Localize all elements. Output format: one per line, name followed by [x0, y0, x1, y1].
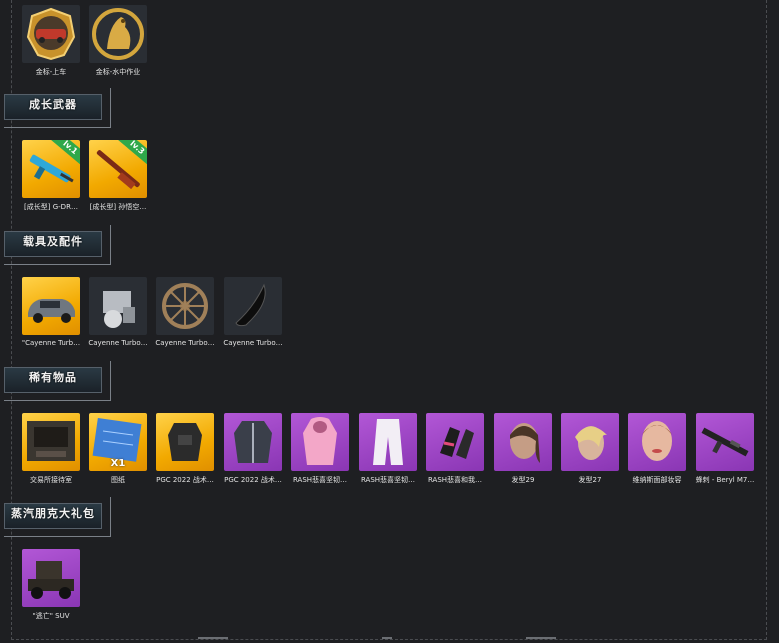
item-label: 蜂刺 - Beryl M7… [695, 476, 755, 484]
tick [526, 637, 556, 639]
item-rare-blueprint[interactable]: X1 图纸 [89, 413, 147, 489]
item-label: PGC 2022 战术… [156, 476, 214, 484]
car-emblem-icon [22, 5, 80, 63]
item-weapon-gdr[interactable]: lv.1 [成长型] G-DR… [22, 140, 80, 216]
quantity-label: X1 [110, 458, 126, 469]
section-title: 稀有物品 [29, 371, 77, 384]
item-label: "逃亡" SUV [32, 612, 70, 620]
tail-light-icon [224, 277, 282, 335]
blueprint-icon: X1 [89, 413, 147, 471]
item-label: 交易所接待室 [30, 476, 72, 484]
item-label: "Cayenne Turb… [21, 339, 81, 347]
item-rare-pgc-coat[interactable]: PGC 2022 战术… [224, 413, 282, 489]
section-header-rare-items: 稀有物品 [4, 361, 111, 401]
hair-blonde-icon [561, 413, 619, 471]
shotgun-icon: lv.3 [89, 140, 147, 198]
section-title: 成长武器 [29, 98, 77, 111]
room-icon [22, 413, 80, 471]
tick [198, 637, 228, 639]
item-rare-room[interactable]: 交易所接待室 [22, 413, 80, 489]
gloves-icon [426, 413, 484, 471]
item-vehicle-wheel[interactable]: Cayenne Turbo… [155, 277, 215, 353]
item-rare-rash-hoodie[interactable]: RASH悲喜坚韧… [291, 413, 349, 489]
item-vehicle-taillight[interactable]: Cayenne Turbo… [223, 277, 283, 353]
wheel-rim-icon [156, 277, 214, 335]
section-title: 蒸汽朋克大礼包 [11, 507, 95, 520]
sea-lion-emblem-icon [89, 5, 147, 63]
item-label: Cayenne Turbo… [155, 339, 215, 347]
item-gold-emblem-water[interactable]: 金标-水中作业 [89, 5, 147, 81]
vest-icon [156, 413, 214, 471]
item-rare-venus-makeup[interactable]: 维纳斯面部妆容 [628, 413, 686, 489]
item-label: 图纸 [111, 476, 125, 484]
item-vehicle-cayenne[interactable]: "Cayenne Turb… [22, 277, 80, 353]
item-rare-pgc-vest[interactable]: PGC 2022 战术… [156, 413, 214, 489]
item-label: 发型29 [511, 476, 535, 484]
engine-part-icon [89, 277, 147, 335]
tick [382, 637, 392, 639]
item-label: [成长型] 孙悟空… [89, 203, 147, 211]
item-label: 金标-水中作业 [95, 68, 141, 76]
item-label: 维纳斯面部妆容 [632, 476, 682, 484]
section-title: 载具及配件 [23, 235, 83, 248]
item-label: RASH悲喜和我… [427, 476, 483, 484]
rifle-icon: lv.1 [22, 140, 80, 198]
pink-hoodie-icon [291, 413, 349, 471]
item-gold-emblem-car[interactable]: 金标-上车 [22, 5, 80, 81]
face-makeup-icon [628, 413, 686, 471]
section-header-steampunk-pack: 蒸汽朋克大礼包 [4, 497, 111, 537]
bottom-scroll-indicator [150, 634, 630, 643]
beryl-rifle-icon [696, 413, 754, 471]
item-label: PGC 2022 战术… [224, 476, 282, 484]
item-label: Cayenne Turbo… [88, 339, 148, 347]
pants-icon [359, 413, 417, 471]
item-rare-hair-27[interactable]: 发型27 [561, 413, 619, 489]
section-header-growth-weapons: 成长武器 [4, 88, 111, 128]
item-steampunk-suv[interactable]: "逃亡" SUV [22, 549, 80, 625]
item-rare-beryl[interactable]: 蜂刺 - Beryl M7… [696, 413, 754, 489]
item-rare-rash-gloves[interactable]: RASH悲喜和我… [426, 413, 484, 489]
coat-icon [224, 413, 282, 471]
item-label: 金标-上车 [35, 68, 67, 76]
section-header-vehicles: 载具及配件 [4, 225, 111, 265]
item-label: RASH悲喜坚韧… [360, 476, 416, 484]
hair-ponytail-icon [494, 413, 552, 471]
item-vehicle-engine[interactable]: Cayenne Turbo… [88, 277, 148, 353]
item-weapon-monkey-king[interactable]: lv.3 [成长型] 孙悟空… [89, 140, 147, 216]
vintage-car-icon [22, 549, 80, 607]
item-rare-hair-29[interactable]: 发型29 [494, 413, 552, 489]
item-label: RASH悲喜坚韧… [292, 476, 348, 484]
item-label: Cayenne Turbo… [223, 339, 283, 347]
item-label: [成长型] G-DR… [24, 203, 78, 211]
item-label: 发型27 [578, 476, 602, 484]
item-rare-rash-pants[interactable]: RASH悲喜坚韧… [359, 413, 417, 489]
suv-car-icon [22, 277, 80, 335]
